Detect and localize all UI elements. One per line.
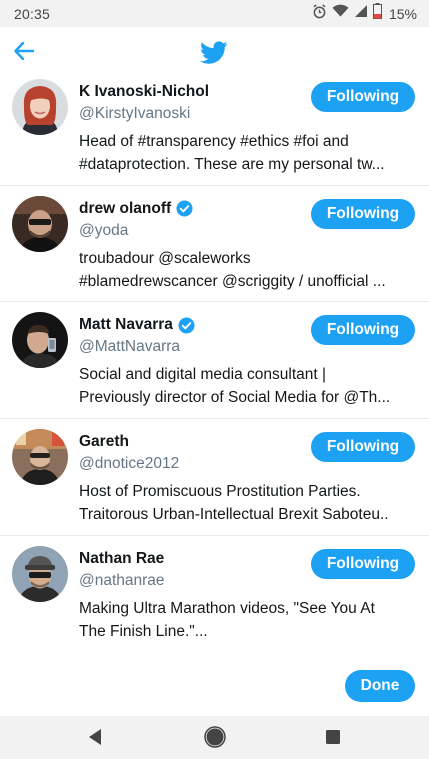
bio-line: Making Ultra Marathon videos, "See You A…	[79, 599, 375, 617]
list-item[interactable]: K Ivanoski-Nichol @KirstyIvanoski Head o…	[0, 69, 429, 186]
list-item[interactable]: drew olanoff @yoda troubadour @scalework…	[0, 186, 429, 303]
following-list: K Ivanoski-Nichol @KirstyIvanoski Head o…	[0, 69, 429, 651]
alarm-icon	[312, 3, 327, 24]
arrow-left-icon	[14, 41, 35, 65]
system-nav-bar	[0, 716, 429, 759]
user-name: K Ivanoski-Nichol	[79, 83, 210, 100]
bio-line: Traitorous Urban-Intellectual Brexit Sab…	[79, 506, 389, 524]
user-name: Matt Navarra	[79, 316, 173, 334]
footer: Done	[0, 651, 429, 716]
avatar[interactable]	[12, 312, 68, 369]
user-bio: Host of Promiscuous Prostitution Parties…	[79, 480, 389, 526]
following-button[interactable]: Following	[311, 315, 415, 346]
verified-badge-icon	[178, 317, 195, 334]
bio-line: troubadour @scaleworks	[79, 249, 251, 267]
back-button[interactable]	[8, 37, 40, 69]
bio-line: Head of #transparency #ethics #foi and	[79, 133, 349, 150]
following-button[interactable]: Following	[311, 82, 415, 112]
signal-icon	[354, 4, 368, 23]
status-bar: 20:35 15%	[0, 0, 429, 27]
following-button[interactable]: Following	[311, 198, 415, 229]
avatar[interactable]	[12, 545, 68, 602]
avatar[interactable]	[12, 79, 68, 135]
bio-line: Host of Promiscuous Prostitution Parties…	[79, 483, 361, 501]
following-button[interactable]: Following	[311, 548, 415, 579]
user-name: drew olanoff	[79, 199, 172, 217]
recents-square-icon	[325, 729, 341, 750]
home-circle-icon	[204, 725, 226, 753]
verified-badge-icon	[176, 200, 193, 217]
user-bio: Making Ultra Marathon videos, "See You A…	[79, 597, 389, 643]
list-item[interactable]: Nathan Rae @nathanrae Making Ultra Marat…	[0, 536, 429, 651]
list-item[interactable]: Gareth @dnotice2012 Host of Promiscuous …	[0, 419, 429, 536]
avatar[interactable]	[12, 195, 68, 252]
battery-icon	[372, 3, 382, 24]
status-icons: 15%	[312, 3, 417, 24]
user-name: Nathan Rae	[79, 549, 165, 567]
status-time: 20:35	[14, 5, 51, 22]
user-bio: Head of #transparency #ethics #foi and #…	[79, 130, 389, 176]
back-triangle-icon	[87, 728, 103, 751]
nav-back-button[interactable]	[82, 726, 108, 752]
user-bio: troubadour @scaleworks #blamedrewscancer…	[79, 247, 389, 293]
bio-line: #dataprotection. These are my personal t…	[79, 156, 385, 173]
following-button[interactable]: Following	[311, 432, 415, 463]
bio-line: Social and digital media consultant |	[79, 366, 327, 384]
avatar[interactable]	[12, 429, 68, 486]
user-bio: Social and digital media consultant | Pr…	[79, 363, 389, 409]
user-name: Gareth	[79, 433, 129, 451]
bio-line: Previously director of Social Media for …	[79, 389, 389, 407]
bio-line: The Finish Line."...	[79, 622, 208, 640]
twitter-bird-icon	[200, 41, 228, 65]
wifi-icon	[332, 4, 349, 23]
battery-percent: 15%	[388, 5, 417, 22]
list-item[interactable]: Matt Navarra @MattNavarra Social and dig…	[0, 302, 429, 420]
nav-recents-button[interactable]	[320, 726, 346, 752]
nav-home-button[interactable]	[202, 725, 228, 753]
done-button[interactable]: Done	[345, 670, 415, 702]
bio-line: #blamedrewscancer @scriggity / unofficia…	[79, 272, 386, 290]
